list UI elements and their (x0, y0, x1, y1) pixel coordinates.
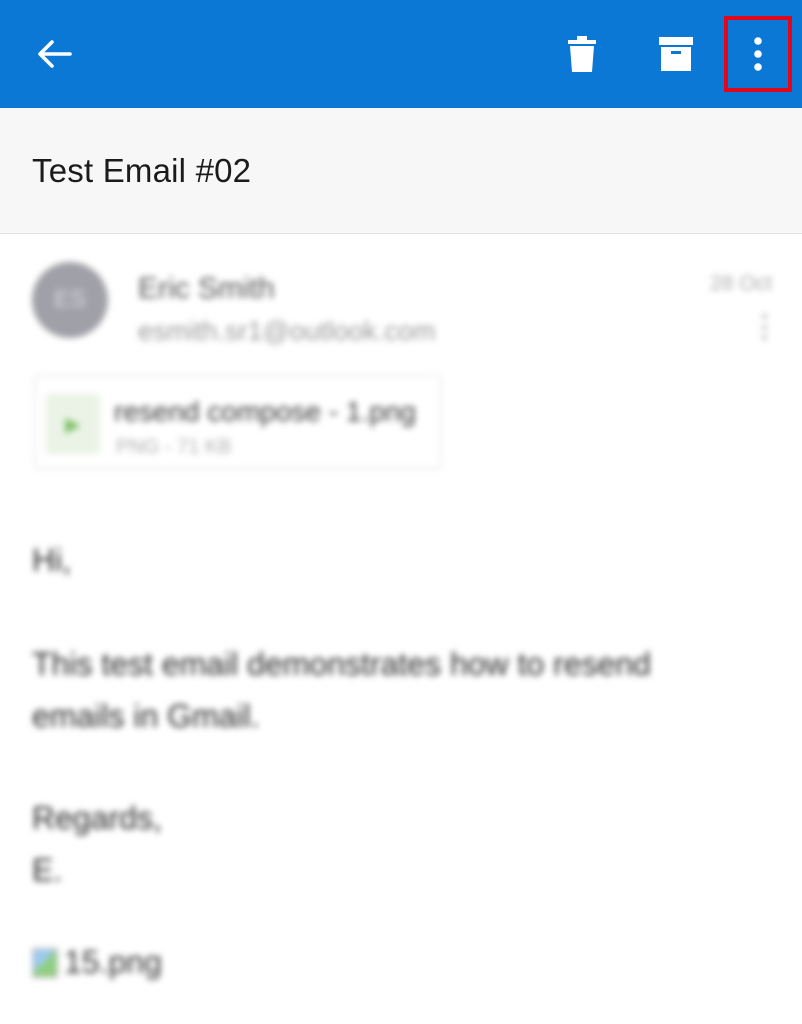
message-content: ES Eric Smith esmith.sr1@outlook.com 28 … (0, 234, 802, 1024)
email-paragraph: This test email demonstrates how to rese… (32, 646, 651, 734)
app-bar (0, 0, 802, 108)
sender-name: Eric Smith (138, 272, 275, 305)
attachment-card[interactable]: ▶ resend compose - 1.png PNG - 71 KB (34, 374, 442, 470)
message-date: 28 Oct (710, 272, 772, 295)
sign-off-line: Regards, (32, 800, 162, 836)
avatar-initials: ES (53, 286, 86, 313)
attachment-name: resend compose - 1.png (114, 396, 416, 427)
avatar[interactable]: ES (32, 262, 108, 338)
message-more-icon[interactable] (760, 314, 768, 340)
inline-image-label: 15.png (64, 944, 162, 980)
email-greeting: Hi, (32, 542, 72, 578)
more-options-button[interactable] (724, 16, 792, 92)
inline-image[interactable]: 15.png (32, 944, 162, 981)
image-file-icon: ▶ (46, 394, 100, 454)
sender-email: esmith.sr1@outlook.com (138, 316, 436, 346)
email-sign-off: Regards, E. (32, 792, 162, 896)
archive-button[interactable] (646, 24, 706, 84)
email-subject: Test Email #02 (32, 152, 252, 189)
broken-image-icon (32, 947, 58, 978)
archive-icon (659, 37, 693, 71)
trash-icon (568, 36, 596, 72)
attachment-meta: PNG - 71 KB (116, 436, 232, 458)
back-button[interactable] (22, 24, 86, 84)
arrow-left-icon (38, 40, 72, 68)
delete-button[interactable] (552, 24, 612, 84)
signature-line: E. (32, 852, 63, 888)
more-vertical-icon (754, 37, 762, 71)
